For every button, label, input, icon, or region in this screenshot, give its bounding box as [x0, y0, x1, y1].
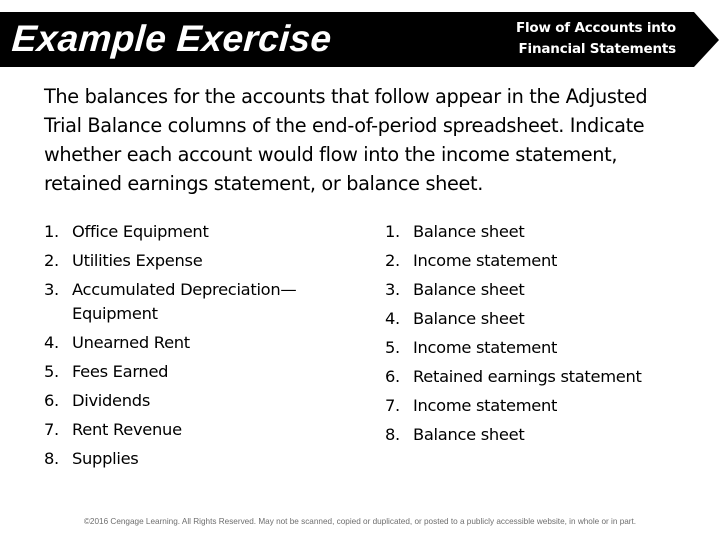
item-number: 3.: [44, 280, 59, 299]
item-number: 2.: [385, 251, 400, 270]
header-banner: Example Exercise Flow of Accounts into F…: [0, 12, 720, 67]
account-item: 6. Dividends: [44, 389, 344, 413]
account-item: 7. Rent Revenue: [44, 418, 344, 442]
slide-subtitle: Flow of Accounts into Financial Statemen…: [516, 18, 676, 60]
answer-item: 1. Balance sheet: [385, 220, 705, 244]
account-name: Fees Earned: [72, 362, 169, 381]
account-item: 3. Accumulated Depreciation— Equipment: [44, 278, 317, 326]
item-number: 3.: [385, 280, 400, 299]
item-number: 8.: [385, 425, 400, 444]
instructions-paragraph: The balances for the accounts that follo…: [44, 82, 694, 198]
copyright-footer: ©2016 Cengage Learning. All Rights Reser…: [83, 517, 637, 526]
account-name: Accumulated Depreciation— Equipment: [72, 280, 297, 323]
item-number: 7.: [385, 396, 400, 415]
account-name: Supplies: [72, 449, 139, 468]
statement-name: Income statement: [413, 251, 558, 270]
item-number: 5.: [44, 362, 59, 381]
account-item: 4. Unearned Rent: [44, 331, 344, 355]
account-item: 1. Office Equipment: [44, 220, 344, 244]
answer-item: 6. Retained earnings statement: [385, 365, 705, 389]
account-item: 5. Fees Earned: [44, 360, 344, 384]
answer-item: 7. Income statement: [385, 394, 705, 418]
answer-item: 8. Balance sheet: [385, 423, 705, 447]
answer-item: 2. Income statement: [385, 249, 705, 273]
instructions-line: The balances for the accounts that follo…: [44, 85, 648, 108]
item-number: 7.: [44, 420, 59, 439]
statement-name: Balance sheet: [413, 309, 525, 328]
instructions-line: whether each account would flow into the…: [44, 143, 618, 166]
account-item: 2. Utilities Expense: [44, 249, 344, 273]
answer-item: 5. Income statement: [385, 336, 705, 360]
answers-list: 1. Balance sheet 2. Income statement 3. …: [385, 220, 705, 452]
item-number: 6.: [385, 367, 400, 386]
instructions-line: Trial Balance columns of the end-of-peri…: [44, 114, 645, 137]
answer-item: 3. Balance sheet: [385, 278, 705, 302]
account-name: Utilities Expense: [72, 251, 203, 270]
account-name: Rent Revenue: [72, 420, 182, 439]
slide-title: Example Exercise: [10, 18, 333, 59]
account-name: Unearned Rent: [72, 333, 190, 352]
statement-name: Income statement: [413, 338, 558, 357]
statement-name: Balance sheet: [413, 222, 525, 241]
statement-name: Balance sheet: [413, 425, 525, 444]
item-number: 2.: [44, 251, 59, 270]
item-number: 5.: [385, 338, 400, 357]
item-number: 4.: [385, 309, 400, 328]
item-number: 1.: [385, 222, 400, 241]
subtitle-line-1: Flow of Accounts into: [515, 20, 676, 36]
statement-name: Balance sheet: [413, 280, 525, 299]
instructions-line: retained earnings statement, or balance …: [44, 172, 484, 195]
account-item: 8. Supplies: [44, 447, 344, 471]
account-name: Office Equipment: [72, 222, 209, 241]
item-number: 1.: [44, 222, 59, 241]
statement-name: Retained earnings statement: [413, 367, 642, 386]
item-number: 6.: [44, 391, 59, 410]
item-number: 8.: [44, 449, 59, 468]
accounts-list: 1. Office Equipment 2. Utilities Expense…: [44, 220, 344, 476]
subtitle-line-2: Financial Statements: [518, 41, 677, 57]
answer-item: 4. Balance sheet: [385, 307, 705, 331]
account-name: Dividends: [72, 391, 151, 410]
item-number: 4.: [44, 333, 59, 352]
statement-name: Income statement: [413, 396, 558, 415]
